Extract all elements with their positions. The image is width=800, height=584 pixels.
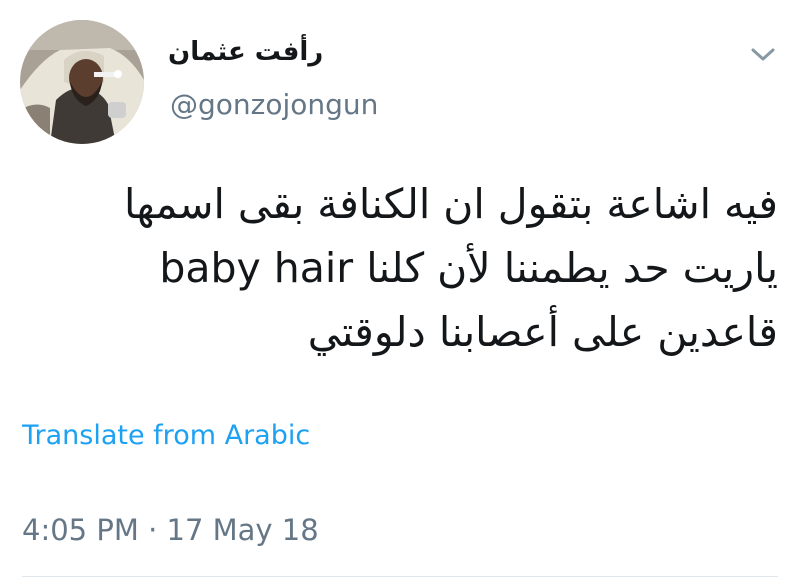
- display-name[interactable]: رأفت عثمان: [168, 32, 323, 72]
- timestamp[interactable]: 4:05 PM · 17 May 18: [22, 510, 319, 550]
- tweet-text-line: baby hair ياريت حد يطمننا لأن كلنا: [159, 244, 778, 292]
- divider: [22, 576, 778, 577]
- avatar[interactable]: [20, 20, 144, 144]
- username[interactable]: @gonzojongun: [170, 86, 378, 124]
- tweet-text-line: فيه اشاعة بتقول ان الكنافة بقى اسمها: [124, 180, 778, 228]
- avatar-image: [20, 20, 144, 144]
- chevron-down-icon[interactable]: [748, 44, 778, 66]
- translate-link[interactable]: Translate from Arabic: [22, 416, 310, 456]
- tweet-text: فيه اشاعة بتقول ان الكنافة بقى اسمها bab…: [78, 172, 778, 364]
- tweet-card: رأفت عثمان @gonzojongun فيه اشاعة بتقول …: [0, 0, 800, 584]
- tweet-text-line: قاعدين على أعصابنا دلوقتي: [307, 308, 778, 356]
